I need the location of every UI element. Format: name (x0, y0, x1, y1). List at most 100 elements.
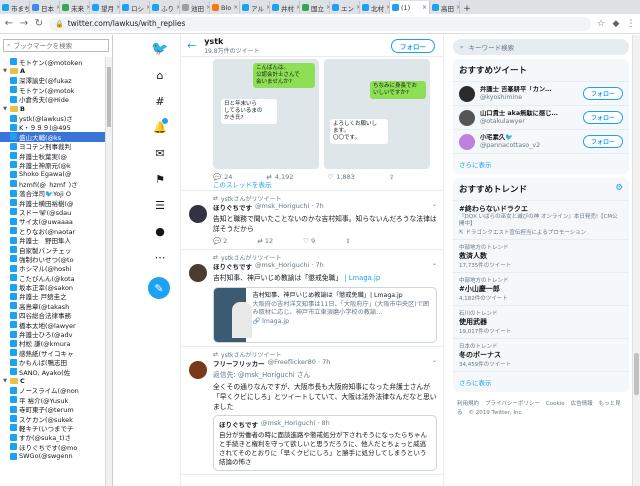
browser-tab[interactable]: (1) × (390, 1, 430, 14)
retweet-button[interactable]: ⇄ 4,192 (266, 173, 293, 181)
bookmark-item[interactable]: 軽キチ(いつまでチ (0, 423, 106, 433)
close-icon[interactable]: × (233, 4, 238, 11)
suggested-account[interactable]: 弁護士 吉峯耕平「カン… @kyoshimine フォロー (453, 82, 629, 106)
profile-icon[interactable]: ● (150, 222, 170, 240)
avatar[interactable] (189, 361, 207, 379)
explore-hash-icon[interactable]: # (150, 92, 170, 110)
close-icon[interactable]: × (422, 4, 427, 11)
share-button[interactable]: ⇪ (389, 173, 394, 181)
bookmark-item[interactable]: 落合洋司🐦Yoji O (0, 188, 106, 198)
bookmark-item[interactable]: ホシマル(@hoshi (0, 264, 106, 273)
back-icon[interactable]: ← (4, 18, 14, 29)
follow-button[interactable]: フォロー (582, 111, 623, 124)
twitter-bird-icon[interactable]: 🐦 (150, 40, 170, 58)
browser-tab[interactable]: 池田× (180, 1, 210, 14)
show-more-trends-link[interactable]: さらに表示 (453, 372, 629, 392)
bookmark-item[interactable]: 高島章(@takash (0, 301, 106, 311)
browser-tab[interactable]: ロシ× (120, 1, 150, 14)
avatar[interactable] (189, 205, 207, 223)
bookmark-folder[interactable]: ▼ C (0, 376, 106, 385)
lists-icon[interactable]: ☰ (150, 196, 170, 214)
bookmark-item[interactable]: ヨコテン刑事裁判 (0, 142, 106, 151)
bookmark-item[interactable]: 深澤諭史(@fukaz (0, 76, 106, 85)
bookmark-item[interactable]: スケカン(@sukek (0, 414, 106, 423)
bookmark-item[interactable]: 小倉秀夫(@Hide (0, 95, 106, 104)
chat-screenshot-image[interactable]: こんばんは。 公認会計士さんで 会いませんか? 日と年末いら してるいるまの か… (213, 59, 319, 169)
bookmark-item[interactable]: スドー🐨(@sdau (0, 207, 106, 217)
author-handle[interactable]: @Freeflicker80 · 7h (268, 358, 331, 368)
bookmark-folder[interactable]: ▼ B (0, 104, 106, 113)
author-name[interactable]: ほりぐちです (213, 261, 252, 271)
bookmark-item[interactable]: 感熱紙(サイコキャ (0, 348, 106, 358)
bookmark-item[interactable]: ほりぐちです(@mo (0, 442, 106, 451)
back-arrow-icon[interactable]: ← (187, 39, 196, 52)
browser-tab[interactable]: ふり× (150, 1, 180, 14)
address-bar[interactable]: 🔒 twitter.com/lawkus/with_replies (49, 16, 591, 31)
retweet-button[interactable]: ⇄ 12 (257, 237, 273, 246)
forward-icon[interactable]: → (19, 18, 29, 29)
compose-tweet-button[interactable]: ✎ (148, 277, 170, 299)
bookmark-item[interactable]: とりなお(@naotar (0, 226, 106, 235)
share-icon[interactable]: ⇪ (345, 237, 350, 246)
like-button[interactable]: ♡ 1,883 (327, 173, 354, 181)
tweet[interactable]: ⇄ ystkさんがリツイート フリーフリッカー @Freeflicker80 · … (181, 347, 443, 475)
star-icon[interactable]: ☆ (596, 19, 606, 29)
new-tab-button[interactable]: + (460, 4, 474, 14)
trend-item[interactable]: 日本のトレンド 冬のボーナス 34,459件のツイート (453, 339, 629, 372)
show-more-link[interactable]: さらに表示 (453, 154, 629, 174)
bookmark-item[interactable]: 強制わいせつ(@to (0, 254, 106, 264)
bookmark-folder[interactable]: ▼ A (0, 66, 106, 75)
bookmark-item[interactable]: こたびんん(@kota (0, 273, 106, 282)
footer-link[interactable]: 広告情報 (571, 401, 593, 407)
bookmark-item[interactable]: K・９９９(@495 (0, 123, 106, 132)
chevron-down-icon[interactable]: ⌄ (432, 201, 437, 208)
bookmark-item[interactable]: 弁護士神原元(@k (0, 160, 106, 170)
notifications-icon[interactable]: 🔔 (150, 118, 170, 136)
bookmark-item[interactable]: 四谷総合法律事務 (0, 311, 106, 320)
bookmark-item[interactable]: かもんば(鴨志田 (0, 358, 106, 367)
follow-button[interactable]: フォロー (391, 39, 435, 53)
avatar[interactable] (459, 85, 475, 102)
bookmark-scrollbar[interactable] (105, 57, 112, 486)
bookmark-item[interactable]: 盛山大輔(@ks (0, 132, 106, 142)
bookmark-search[interactable]: ⌕ (3, 39, 109, 52)
browser-tab[interactable]: 未来× (60, 1, 90, 14)
trend-item[interactable]: #終わらないドラクエ 『DQX いばらの巫女と滅びの神 オンライン』本日発売!【C… (453, 201, 629, 240)
browser-tab[interactable]: エン× (330, 1, 360, 14)
gear-icon[interactable]: ⚙ (615, 183, 623, 195)
bookmark-item[interactable]: サイ太(@uwaaaa (0, 217, 106, 226)
bookmark-item[interactable]: 坂本正幸(@sakon (0, 282, 106, 292)
bookmark-item[interactable]: 弁護士 戸舘圭之 (0, 292, 106, 301)
chevron-down-icon[interactable]: ▼ (2, 106, 8, 112)
trend-item[interactable]: 中部地方のトレンド #小山慶一郎 4,182件のツイート (453, 273, 629, 306)
bookmark-item[interactable]: すか(@suka_t)さ (0, 433, 106, 442)
reply-button[interactable]: 💬 2 (213, 237, 227, 246)
author-handle[interactable]: @msk_Horiguchi · 7h (255, 202, 324, 212)
footer-link[interactable]: Cookie (546, 401, 565, 407)
extension-icon[interactable]: ◆ (611, 19, 621, 29)
bookmark-item[interactable]: 自家製パンチェッ (0, 245, 106, 254)
messages-icon[interactable]: ✉ (150, 144, 170, 162)
twitter-search[interactable]: ⌕ キーワード検索 (453, 39, 629, 55)
author-name[interactable]: ほりぐちです (213, 202, 252, 212)
more-icon[interactable]: ⋯ (150, 248, 170, 266)
bookmark-item[interactable]: SANO, Ayako(佐 (0, 367, 106, 376)
bookmark-item[interactable]: hzmfi(@_hzmf_)さ (0, 179, 106, 188)
chat-screenshot-image[interactable]: ちなみに身長でお いしいですか? よろしくお願いし ます。 〇〇です。 (324, 59, 430, 169)
reply-button[interactable]: 💬 24 (213, 173, 232, 181)
avatar[interactable] (189, 264, 207, 282)
bookmark-item[interactable]: 平 裕介(@Yusuk (0, 395, 106, 404)
bookmark-item[interactable]: 弁護士ひろ(@adv (0, 329, 106, 339)
quoted-tweet[interactable]: ほりぐちです @msk_Horiguchi · 8h 自分が労働者の時に面談進路… (213, 415, 437, 471)
link-card[interactable]: 吉村知事、神戸いじめ教諭は「懲戒免職」| Lmaga.jp 大阪府の吉村洋文知事… (213, 287, 437, 343)
suggested-account[interactable]: 山口貴士 aka無駄に感じ… @otakulawyer フォロー (453, 106, 629, 130)
author-handle[interactable]: @msk_Horiguchi · 7h (255, 261, 324, 271)
page-scrollbar[interactable] (632, 35, 640, 486)
bookmark-item[interactable]: Shoko Egawa(@ (0, 170, 106, 179)
like-button[interactable]: ♡ 9 (303, 237, 315, 246)
bookmark-item[interactable]: 村松 謙(@kmura (0, 339, 106, 348)
chevron-down-icon[interactable]: ▼ (2, 68, 8, 74)
bookmark-item[interactable]: モトケン(@motoken_ (0, 57, 106, 66)
avatar[interactable] (459, 109, 475, 126)
browser-tab[interactable]: 望月× (90, 1, 120, 14)
